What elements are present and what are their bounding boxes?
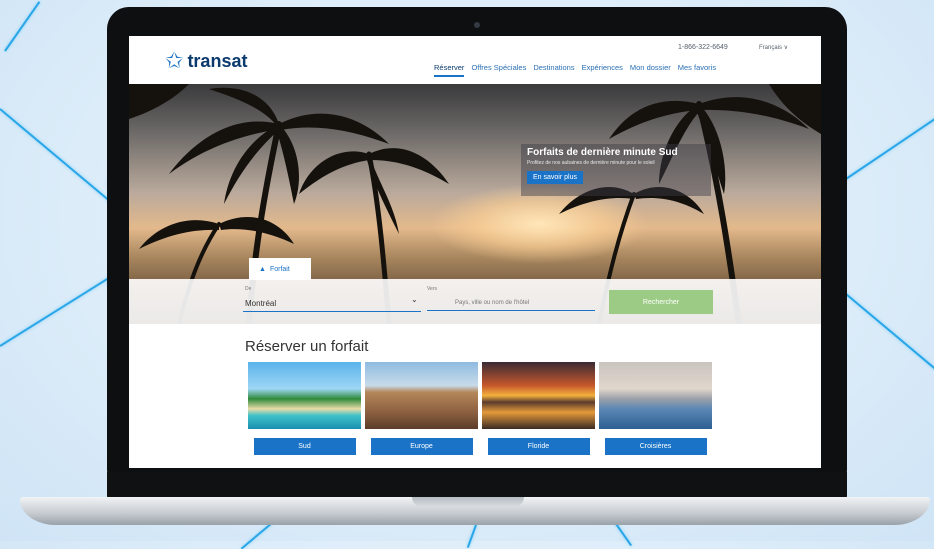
island-image (248, 362, 361, 429)
package-card-floride[interactable]: Floride (482, 362, 595, 455)
callout-line (240, 522, 273, 549)
colosseum-image (365, 362, 478, 429)
site-header: ✩ transat 1-866-322-6649 Français ∨ Rése… (129, 36, 821, 84)
laptop-screen: ✩ transat 1-866-322-6649 Français ∨ Rése… (129, 36, 821, 468)
phone-number[interactable]: 1-866-322-6649 (678, 44, 728, 51)
promo-title: Forfaits de dernière minute Sud (527, 147, 678, 158)
promo-button[interactable]: En savoir plus (527, 171, 583, 184)
destination-placeholder: Pays, ville ou nom de l'hôtel (455, 300, 530, 306)
callout-line (0, 108, 116, 207)
promo-subtitle: Profitez de nos aubaines de dernière min… (527, 160, 655, 166)
to-label: Vers (427, 286, 438, 292)
package-icon: ▲ (259, 265, 266, 273)
nav-item-reserver[interactable]: Réserver (434, 63, 465, 77)
package-button-sud[interactable]: Sud (253, 438, 356, 455)
laptop-notch (412, 497, 524, 507)
callout-line (0, 270, 120, 347)
nav-item-experiences[interactable]: Expériences (582, 63, 623, 77)
package-button-croisieres[interactable]: Croisières (604, 438, 707, 455)
transat-logo[interactable]: ✩ transat (165, 50, 247, 72)
package-card-croisieres[interactable]: Croisières (599, 362, 712, 455)
callout-line (4, 1, 41, 52)
chevron-down-icon[interactable]: ⌄ (411, 295, 418, 304)
camera-icon (474, 22, 480, 28)
cruise-ship-image (599, 362, 712, 429)
package-button-europe[interactable]: Europe (370, 438, 473, 455)
language-selector[interactable]: Français ∨ (759, 44, 788, 51)
logo-text: transat (187, 50, 248, 71)
nav-item-destinations[interactable]: Destinations (533, 63, 574, 77)
star-icon: ✩ (165, 48, 184, 73)
pier-sunset-image (482, 362, 595, 429)
section-title: Réserver un forfait (245, 338, 369, 355)
tab-label: Forfait (269, 265, 290, 273)
package-button-floride[interactable]: Floride (487, 438, 590, 455)
nav-item-dossier[interactable]: Mon dossier (630, 63, 671, 77)
main-nav: Réserver Offres Spéciales Destinations E… (434, 63, 716, 77)
callout-line (839, 288, 934, 374)
callout-line (839, 117, 934, 184)
nav-item-offres[interactable]: Offres Spéciales (471, 63, 526, 77)
nav-item-favoris[interactable]: Mes favoris (678, 63, 716, 77)
from-value: Montréal (245, 299, 277, 308)
promo-box: Forfaits de dernière minute Sud Profitez… (521, 144, 711, 196)
search-button[interactable]: Rechercher (609, 290, 713, 314)
callout-line (466, 524, 477, 548)
package-card-sud[interactable]: Sud (248, 362, 361, 455)
laptop-chin (107, 472, 847, 500)
package-card-europe[interactable]: Europe (365, 362, 478, 455)
destination-input[interactable]: Pays, ville ou nom de l'hôtel (427, 295, 595, 311)
from-select[interactable]: Montréal (243, 292, 421, 312)
tab-forfait[interactable]: ▲ Forfait (249, 258, 311, 280)
